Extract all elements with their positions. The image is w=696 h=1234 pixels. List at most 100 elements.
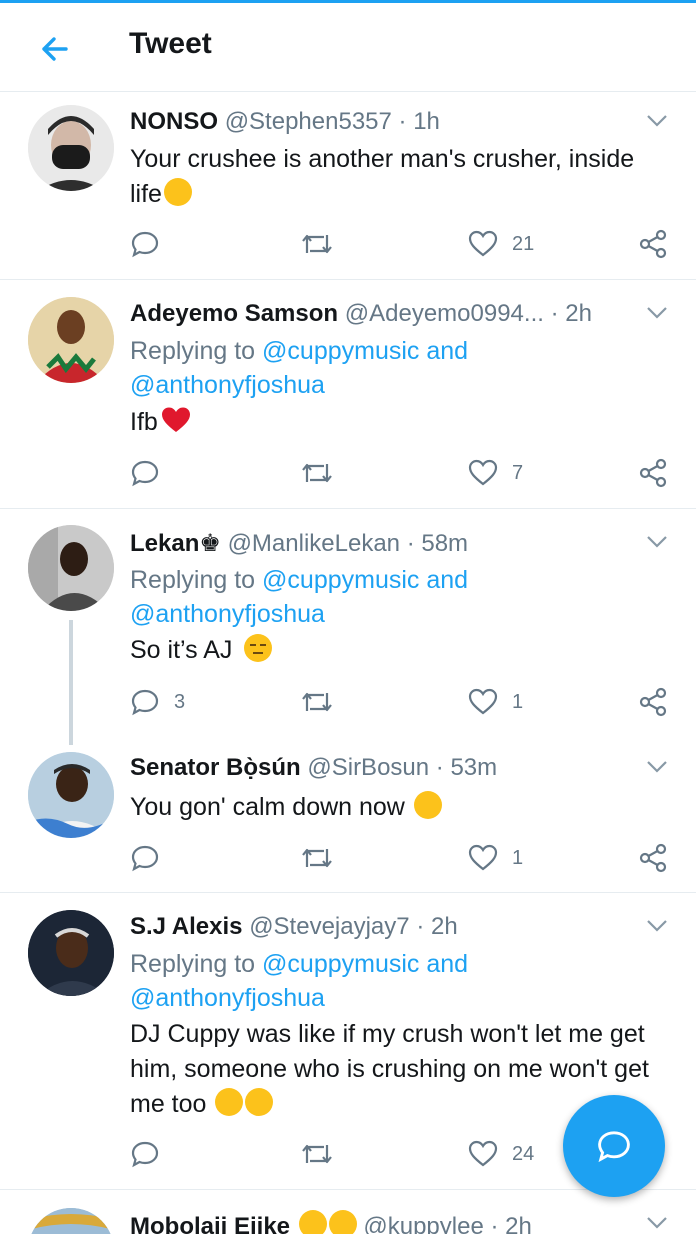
chevron-down-icon[interactable]: [646, 535, 668, 549]
replying-mention[interactable]: @anthonyfjoshua: [130, 984, 325, 1012]
replying-prefix: Replying to: [130, 337, 256, 365]
timestamp: · 58m: [406, 530, 469, 557]
user-handle[interactable]: @Stephen5357: [225, 108, 392, 135]
like-button[interactable]: 21: [468, 227, 534, 261]
share-button[interactable]: [638, 685, 668, 719]
retweet-icon: [302, 848, 332, 868]
tweet-header-line: NONSO @Stephen5357 · 1h: [130, 108, 626, 136]
user-handle[interactable]: @Adeyemo0994...: [345, 300, 544, 327]
replying-mention[interactable]: @anthonyfjoshua: [130, 600, 325, 628]
display-name[interactable]: NONSO: [130, 108, 218, 135]
replying-prefix: Replying to: [130, 950, 256, 978]
chevron-down-icon[interactable]: [646, 306, 668, 320]
like-button[interactable]: 1: [468, 685, 523, 719]
retweet-button[interactable]: [300, 1137, 334, 1171]
reply-button[interactable]: [130, 1137, 174, 1171]
heart-icon: [468, 459, 498, 486]
tweet-header-line: Senator Bọ̀sún @SirBosun · 53m: [130, 754, 626, 782]
chevron-down-icon[interactable]: [646, 114, 668, 128]
like-button[interactable]: 7: [468, 456, 523, 490]
avatar[interactable]: [28, 752, 114, 838]
laughing-tears-emoji: [413, 791, 442, 819]
compose-reply-icon: [598, 1131, 630, 1163]
tweet-actions: 21: [130, 227, 676, 261]
tweet-text: Ifb: [130, 405, 670, 440]
avatar[interactable]: [28, 297, 114, 383]
reply-button[interactable]: [130, 456, 174, 490]
user-handle[interactable]: @kuppylee: [363, 1213, 483, 1234]
tweet-text: Your crushee is another man's crusher, i…: [130, 142, 670, 212]
avatar[interactable]: [28, 525, 114, 611]
like-button[interactable]: 1: [468, 841, 523, 875]
display-name[interactable]: Adeyemo Samson: [130, 300, 338, 327]
share-button[interactable]: [638, 841, 668, 875]
tweet-text-content: DJ Cuppy was like if my crush won't let …: [130, 1020, 649, 1118]
timestamp: · 1h: [398, 108, 440, 135]
expressionless-face-emoji: [244, 634, 273, 662]
avatar[interactable]: [28, 1208, 114, 1234]
tweet-text: So it’s AJ: [130, 633, 670, 668]
reply-button[interactable]: [130, 841, 174, 875]
retweet-icon: [302, 692, 332, 712]
like-button[interactable]: 24: [468, 1137, 534, 1171]
chevron-down-icon[interactable]: [646, 919, 668, 933]
compose-reply-button[interactable]: [563, 1095, 665, 1197]
reply-button[interactable]: [130, 227, 174, 261]
avatar[interactable]: [28, 105, 114, 191]
share-button[interactable]: [638, 456, 668, 490]
avatar[interactable]: [28, 910, 114, 996]
display-name[interactable]: Lekan♚: [130, 530, 221, 557]
heart-icon: [468, 230, 498, 257]
display-name[interactable]: Mobolaji Ejike: [130, 1213, 290, 1234]
user-handle[interactable]: @Stevejayjay7: [249, 913, 409, 940]
replying-to: Replying to @cuppymusic and @anthonyfjos…: [130, 563, 468, 631]
tweet-actions: 1: [130, 841, 676, 875]
tweet-header-line: Lekan♚ @ManlikeLekan · 58m: [130, 529, 626, 558]
reply-icon: [131, 231, 159, 258]
chevron-down-icon[interactable]: [646, 1216, 668, 1230]
page-title: Tweet: [129, 27, 212, 60]
sweat-smile-emoji: [298, 1210, 327, 1234]
tweet[interactable]: Senator Bọ̀sún @SirBosun · 53m You gon' …: [0, 738, 696, 893]
sunglasses-emoji: [328, 1210, 357, 1234]
tweet-text-content: Ifb: [130, 408, 158, 436]
retweet-button[interactable]: [300, 685, 334, 719]
retweet-button[interactable]: [300, 456, 334, 490]
like-count: 1: [512, 690, 524, 713]
laughing-tears-emoji: [163, 178, 192, 206]
tweet[interactable]: Mobolaji Ejike @kuppylee · 2h: [0, 1190, 696, 1234]
replying-mention[interactable]: @anthonyfjoshua: [130, 371, 325, 399]
tweet[interactable]: Adeyemo Samson @Adeyemo0994... · 2h Repl…: [0, 280, 696, 509]
replying-mentions[interactable]: @cuppymusic and: [262, 950, 468, 978]
retweet-button[interactable]: [300, 841, 334, 875]
like-count: 24: [512, 1142, 535, 1165]
tweet-header-line: Adeyemo Samson @Adeyemo0994... · 2h: [130, 300, 626, 328]
share-icon: [639, 687, 667, 717]
heart-icon: [468, 1140, 498, 1167]
timestamp: · 2h: [550, 300, 592, 327]
crying-face-emoji: [215, 1088, 244, 1116]
retweet-icon: [302, 463, 332, 483]
reply-button[interactable]: 3: [130, 685, 185, 719]
reply-icon: [131, 689, 159, 716]
tweet[interactable]: NONSO @Stephen5357 · 1h Your crushee is …: [0, 92, 696, 280]
share-icon: [639, 229, 667, 259]
replying-mentions[interactable]: @cuppymusic and: [262, 566, 468, 594]
arrow-left-icon[interactable]: [36, 31, 72, 67]
replying-mentions[interactable]: @cuppymusic and: [262, 337, 468, 365]
timestamp: · 2h: [416, 913, 458, 940]
retweet-icon: [302, 234, 332, 254]
display-name[interactable]: S.J Alexis: [130, 913, 243, 940]
like-count: 21: [512, 232, 535, 255]
user-handle[interactable]: @SirBosun: [307, 754, 429, 781]
user-handle[interactable]: @ManlikeLekan: [228, 530, 400, 557]
display-name[interactable]: Senator Bọ̀sún: [130, 754, 301, 781]
replying-prefix: Replying to: [130, 566, 256, 594]
share-button[interactable]: [638, 227, 668, 261]
replying-to: Replying to @cuppymusic and @anthonyfjos…: [130, 334, 468, 402]
retweet-button[interactable]: [300, 227, 334, 261]
chevron-down-icon[interactable]: [646, 760, 668, 774]
heart-icon: [468, 688, 498, 715]
retweet-icon: [302, 1144, 332, 1164]
tweet[interactable]: Lekan♚ @ManlikeLekan · 58m Replying to @…: [0, 509, 696, 737]
